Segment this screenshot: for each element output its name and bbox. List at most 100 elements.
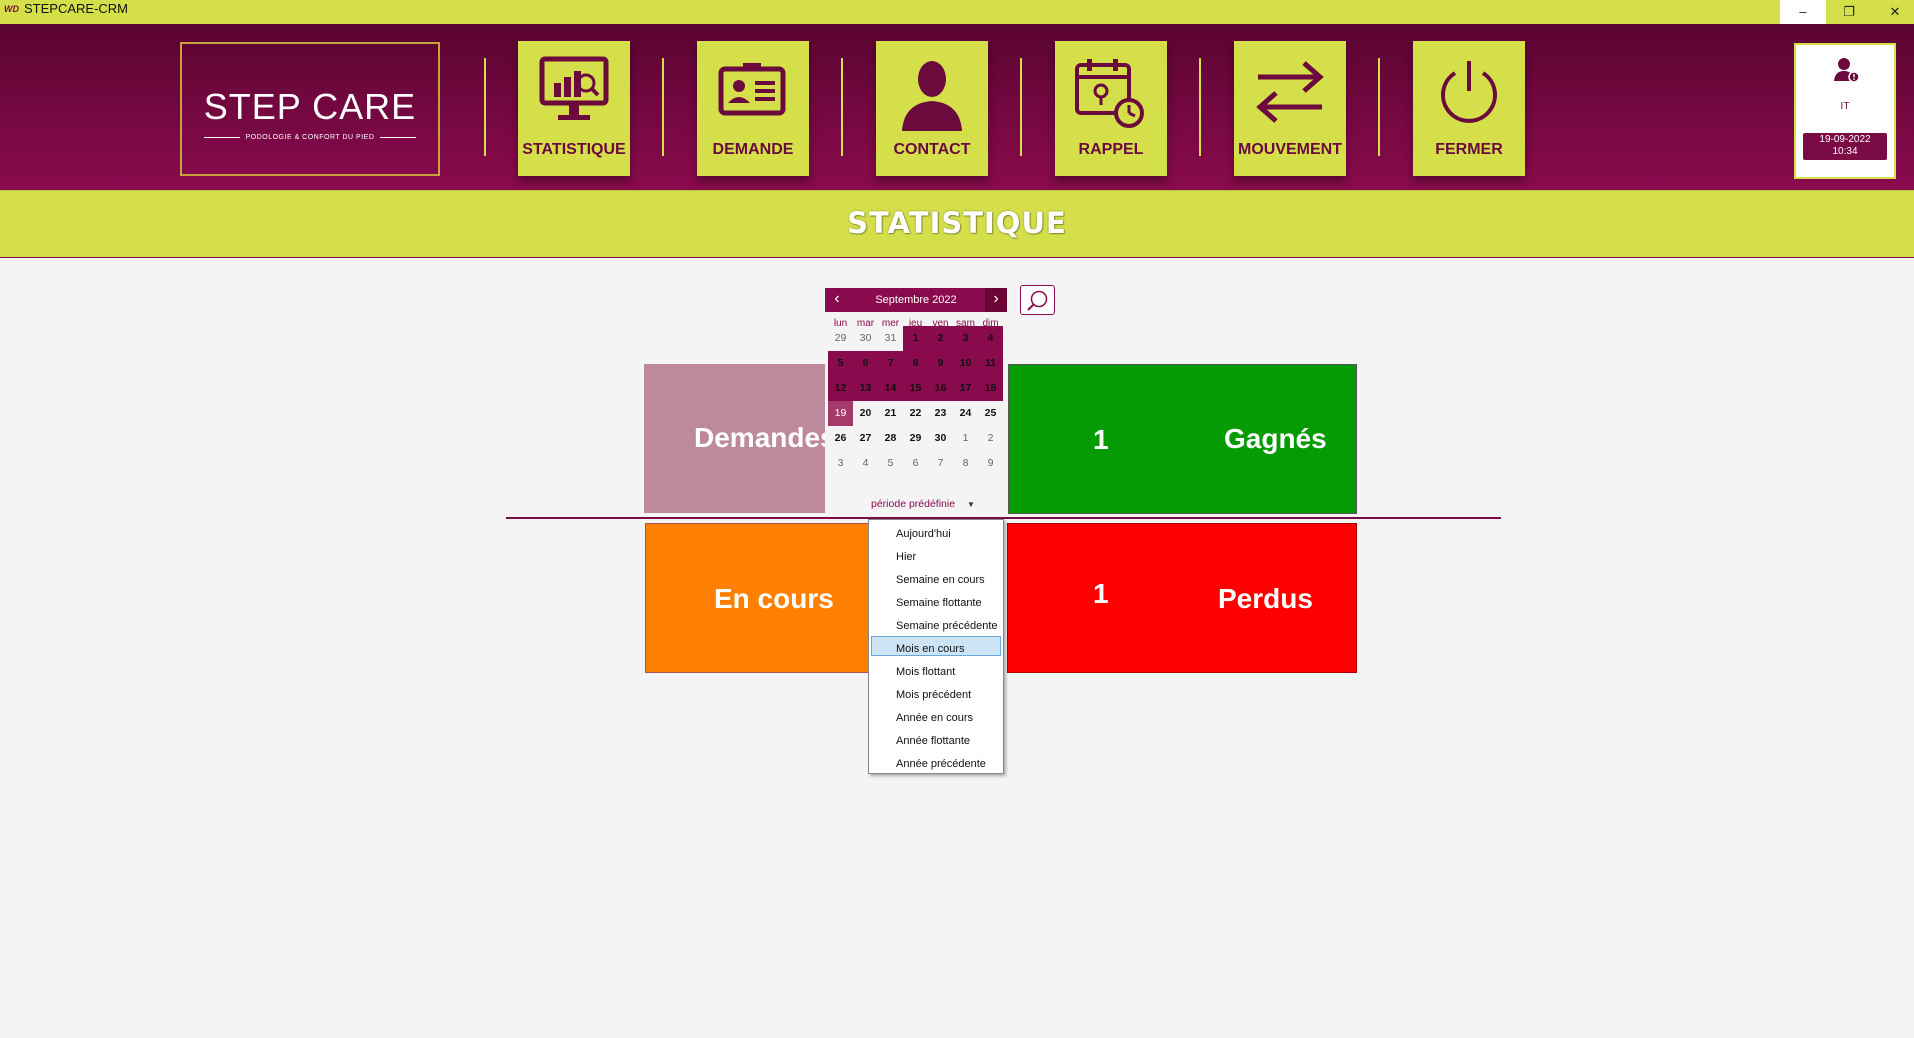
calendar-day[interactable]: 6: [903, 451, 928, 476]
calendar-day[interactable]: 31: [878, 326, 903, 351]
calendar-day[interactable]: 5: [828, 351, 853, 376]
nav-mouvement-button[interactable]: MOUVEMENT: [1234, 41, 1346, 176]
calendar-day[interactable]: 16: [928, 376, 953, 401]
tile-demandes[interactable]: Demandes: [644, 364, 836, 513]
nav-statistique-button[interactable]: STATISTIQUE: [518, 41, 630, 176]
calendar-day[interactable]: 8: [953, 451, 978, 476]
calendar-day[interactable]: 30: [853, 326, 878, 351]
calendar-day[interactable]: 21: [878, 401, 903, 426]
tile-gagnes[interactable]: 1 Gagnés: [1008, 364, 1357, 514]
stepcare-logo: STEP CARE PODOLOGIE & CONFORT DU PIED: [180, 42, 440, 176]
nav-rappel-button[interactable]: RAPPEL: [1055, 41, 1167, 176]
period-option[interactable]: Année en cours: [896, 712, 973, 724]
nav-fermer-button[interactable]: FERMER: [1413, 41, 1525, 176]
period-option[interactable]: Année précédente: [896, 758, 986, 770]
calendar-day[interactable]: 8: [903, 351, 928, 376]
period-option[interactable]: Aujourd'hui: [896, 528, 951, 540]
tile-gagnes-count: 1: [1093, 424, 1109, 455]
predefined-period-select[interactable]: période prédéfinie: [871, 498, 955, 510]
calendar-day[interactable]: 22: [903, 401, 928, 426]
current-time: 10:34: [1832, 146, 1858, 157]
period-option[interactable]: Année flottante: [896, 735, 970, 747]
calendar-day[interactable]: 12: [828, 376, 853, 401]
calendar-day[interactable]: 2: [978, 426, 1003, 451]
app-header: STEP CARE PODOLOGIE & CONFORT DU PIED ST…: [0, 24, 1914, 190]
calendar-day[interactable]: 9: [928, 351, 953, 376]
chevron-down-icon[interactable]: ▼: [967, 500, 975, 509]
calendar-day[interactable]: 24: [953, 401, 978, 426]
calendar-prev-month-button[interactable]: ‹: [829, 288, 845, 312]
calendar-day[interactable]: 3: [953, 326, 978, 351]
tile-perdus[interactable]: 1 Perdus: [1007, 523, 1357, 673]
period-option[interactable]: Mois en cours: [896, 643, 964, 655]
calendar-day[interactable]: 7: [928, 451, 953, 476]
user-info-panel[interactable]: IT 19-09-2022 10:34: [1794, 43, 1896, 179]
period-option[interactable]: Mois flottant: [896, 666, 955, 678]
swap-arrows-icon: [1256, 61, 1324, 123]
calendar-day[interactable]: 18: [978, 376, 1003, 401]
calendar-day[interactable]: 25: [978, 401, 1003, 426]
calendar-day[interactable]: 27: [853, 426, 878, 451]
tile-perdus-label: Perdus: [1218, 583, 1313, 614]
calendar-day[interactable]: 1: [903, 326, 928, 351]
window-title: STEPCARE-CRM: [24, 1, 129, 16]
logo-title: STEP CARE: [203, 86, 417, 127]
person-icon: [902, 61, 962, 131]
calendar-next-month-button[interactable]: ›: [985, 288, 1007, 312]
calendar-day[interactable]: 13: [853, 376, 878, 401]
nav-separator: [1199, 58, 1201, 156]
calendar-clock-icon: [1075, 59, 1144, 128]
calendar-day[interactable]: 30: [928, 426, 953, 451]
calendar-day[interactable]: 20: [853, 401, 878, 426]
calendar-day[interactable]: 9: [978, 451, 1003, 476]
calendar-day[interactable]: 14: [878, 376, 903, 401]
calendar-day[interactable]: 2: [928, 326, 953, 351]
tile-perdus-count: 1: [1093, 578, 1109, 609]
calendar-day[interactable]: 29: [828, 326, 853, 351]
tile-demandes-label: Demandes: [694, 422, 836, 453]
calendar-day[interactable]: 19: [828, 401, 853, 426]
calendar-day[interactable]: 4: [978, 326, 1003, 351]
calendar-day[interactable]: 10: [953, 351, 978, 376]
tile-en-cours[interactable]: En cours: [645, 523, 869, 673]
user-alert-icon: [1834, 58, 1860, 83]
calendar-day[interactable]: 11: [978, 351, 1003, 376]
period-option[interactable]: Semaine précédente: [896, 620, 998, 632]
search-icon: [1027, 290, 1048, 311]
section-title-bar: STATISTIQUE: [0, 190, 1914, 258]
calendar-day[interactable]: 23: [928, 401, 953, 426]
nav-contact-button[interactable]: CONTACT: [876, 41, 988, 176]
nav-separator: [484, 58, 486, 156]
calendar-day[interactable]: 5: [878, 451, 903, 476]
period-option[interactable]: Semaine en cours: [896, 574, 985, 586]
calendar-day[interactable]: 28: [878, 426, 903, 451]
period-option[interactable]: Mois précédent: [896, 689, 971, 701]
predefined-period-dropdown: Aujourd'hui Hier Semaine en cours Semaine f…: [868, 519, 1004, 774]
nav-separator: [841, 58, 843, 156]
maximize-button[interactable]: ❐: [1826, 0, 1872, 24]
calendar-day[interactable]: 3: [828, 451, 853, 476]
calendar-day[interactable]: 26: [828, 426, 853, 451]
calendar-day[interactable]: 17: [953, 376, 978, 401]
current-date: 19-09-2022: [1819, 134, 1871, 145]
calendar-day[interactable]: 29: [903, 426, 928, 451]
user-name: IT: [1840, 101, 1850, 112]
id-card-icon: [718, 63, 786, 116]
period-option[interactable]: Semaine flottante: [896, 597, 982, 609]
date-range-calendar[interactable]: ‹ Septembre 2022 › période prédéfinie ▼ …: [825, 288, 1007, 514]
minimize-button[interactable]: –: [1780, 0, 1826, 24]
calendar-day[interactable]: 1: [953, 426, 978, 451]
calendar-day[interactable]: 4: [853, 451, 878, 476]
period-option[interactable]: Hier: [896, 551, 916, 563]
nav-demande-label: DEMANDE: [712, 141, 794, 158]
close-window-button[interactable]: ✕: [1872, 0, 1914, 24]
nav-statistique-label: STATISTIQUE: [522, 141, 626, 158]
calendar-day[interactable]: 6: [853, 351, 878, 376]
calendar-day[interactable]: 15: [903, 376, 928, 401]
nav-demande-button[interactable]: DEMANDE: [697, 41, 809, 176]
nav-mouvement-label: MOUVEMENT: [1238, 141, 1342, 158]
search-button[interactable]: [1020, 285, 1055, 315]
window-title-bar: WD STEPCARE-CRM – ❐ ✕: [0, 0, 1914, 24]
calendar-day[interactable]: 7: [878, 351, 903, 376]
nav-rappel-label: RAPPEL: [1078, 141, 1144, 158]
